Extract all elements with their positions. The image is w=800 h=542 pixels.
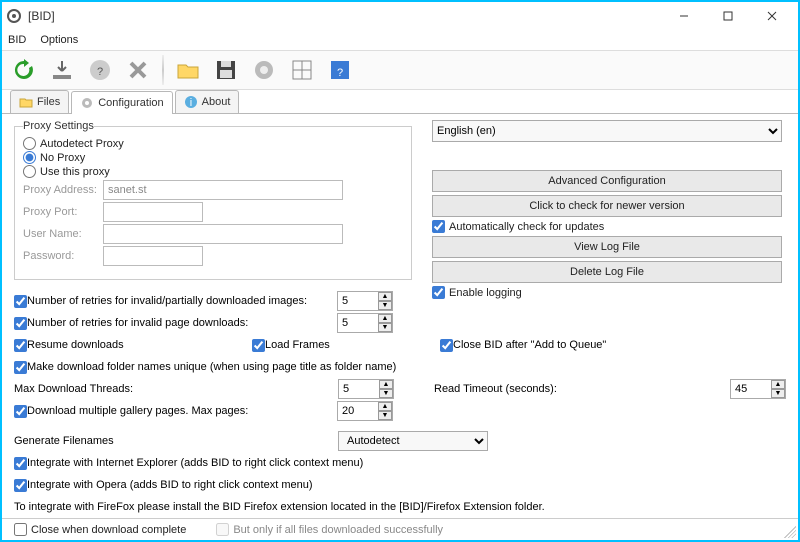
read-timeout-label: Read Timeout (seconds):: [434, 383, 614, 395]
firefox-note: To integrate with FireFox please install…: [14, 501, 545, 513]
save-icon[interactable]: [210, 54, 242, 86]
tab-configuration[interactable]: Configuration: [71, 91, 172, 114]
integrate-ie-checkbox[interactable]: [14, 457, 27, 470]
no-proxy-radio[interactable]: [23, 151, 36, 164]
spinner-buttons[interactable]: ▲▼: [378, 314, 392, 332]
advanced-config-button[interactable]: Advanced Configuration: [432, 170, 782, 192]
spinner-buttons[interactable]: ▲▼: [378, 292, 392, 310]
load-frames-checkbox[interactable]: [252, 339, 265, 352]
download-icon[interactable]: [46, 54, 78, 86]
proxy-address-input[interactable]: [103, 180, 343, 200]
close-bid-checkbox[interactable]: [440, 339, 453, 352]
unique-folder-checkbox[interactable]: [14, 361, 27, 374]
spinner-buttons[interactable]: ▲▼: [771, 380, 785, 398]
delete-log-button[interactable]: Delete Log File: [432, 261, 782, 283]
folder-icon[interactable]: [172, 54, 204, 86]
retries-images-checkbox[interactable]: [14, 295, 27, 308]
maximize-button[interactable]: [706, 2, 750, 30]
tab-label: About: [202, 96, 231, 108]
retries-page-checkbox[interactable]: [14, 317, 27, 330]
spinner-buttons[interactable]: ▲▼: [378, 402, 392, 420]
app-icon: [6, 8, 22, 24]
gear-icon[interactable]: [248, 54, 280, 86]
info-icon: i: [184, 95, 198, 109]
resume-downloads-checkbox[interactable]: [14, 339, 27, 352]
autodetect-proxy-radio[interactable]: [23, 137, 36, 150]
multi-gallery-checkbox[interactable]: [14, 405, 27, 418]
generate-filenames-label: Generate Filenames: [14, 435, 338, 447]
svg-text:?: ?: [97, 66, 103, 78]
only-if-all-success-checkbox: [216, 523, 229, 536]
proxy-password-input[interactable]: [103, 246, 203, 266]
reload-icon[interactable]: [8, 54, 40, 86]
gear-icon: [80, 96, 94, 110]
svg-text:?: ?: [337, 67, 343, 79]
generate-filenames-select[interactable]: Autodetect: [338, 431, 488, 451]
integrate-opera-checkbox[interactable]: [14, 479, 27, 492]
proxy-port-input[interactable]: [103, 202, 203, 222]
spinner-buttons[interactable]: ▲▼: [379, 380, 393, 398]
cancel-icon[interactable]: [122, 54, 154, 86]
tab-label: Configuration: [98, 97, 163, 109]
auto-check-updates-checkbox[interactable]: [432, 220, 445, 233]
folder-icon: [19, 95, 33, 109]
proxy-legend: Proxy Settings: [23, 120, 94, 132]
menu-options[interactable]: Options: [40, 34, 78, 46]
tab-label: Files: [37, 96, 60, 108]
close-when-complete-checkbox[interactable]: [14, 523, 27, 536]
svg-text:i: i: [189, 97, 191, 109]
minimize-button[interactable]: [662, 2, 706, 30]
question-icon[interactable]: ?: [324, 54, 356, 86]
window-title: [BID]: [22, 9, 662, 23]
proxy-settings-group: Proxy Settings Autodetect Proxy No Proxy…: [14, 120, 412, 280]
menu-bid[interactable]: BID: [8, 34, 26, 46]
tab-files[interactable]: Files: [10, 90, 69, 113]
view-log-button[interactable]: View Log File: [432, 236, 782, 258]
close-button[interactable]: [750, 2, 794, 30]
language-select[interactable]: English (en): [432, 120, 782, 142]
check-version-button[interactable]: Click to check for newer version: [432, 195, 782, 217]
help-icon[interactable]: ?: [84, 54, 116, 86]
use-this-proxy-radio[interactable]: [23, 165, 36, 178]
tab-about[interactable]: i About: [175, 90, 240, 113]
max-threads-label: Max Download Threads:: [14, 383, 338, 395]
grid-icon[interactable]: [286, 54, 318, 86]
proxy-user-input[interactable]: [103, 224, 343, 244]
resize-grip[interactable]: [784, 526, 796, 538]
